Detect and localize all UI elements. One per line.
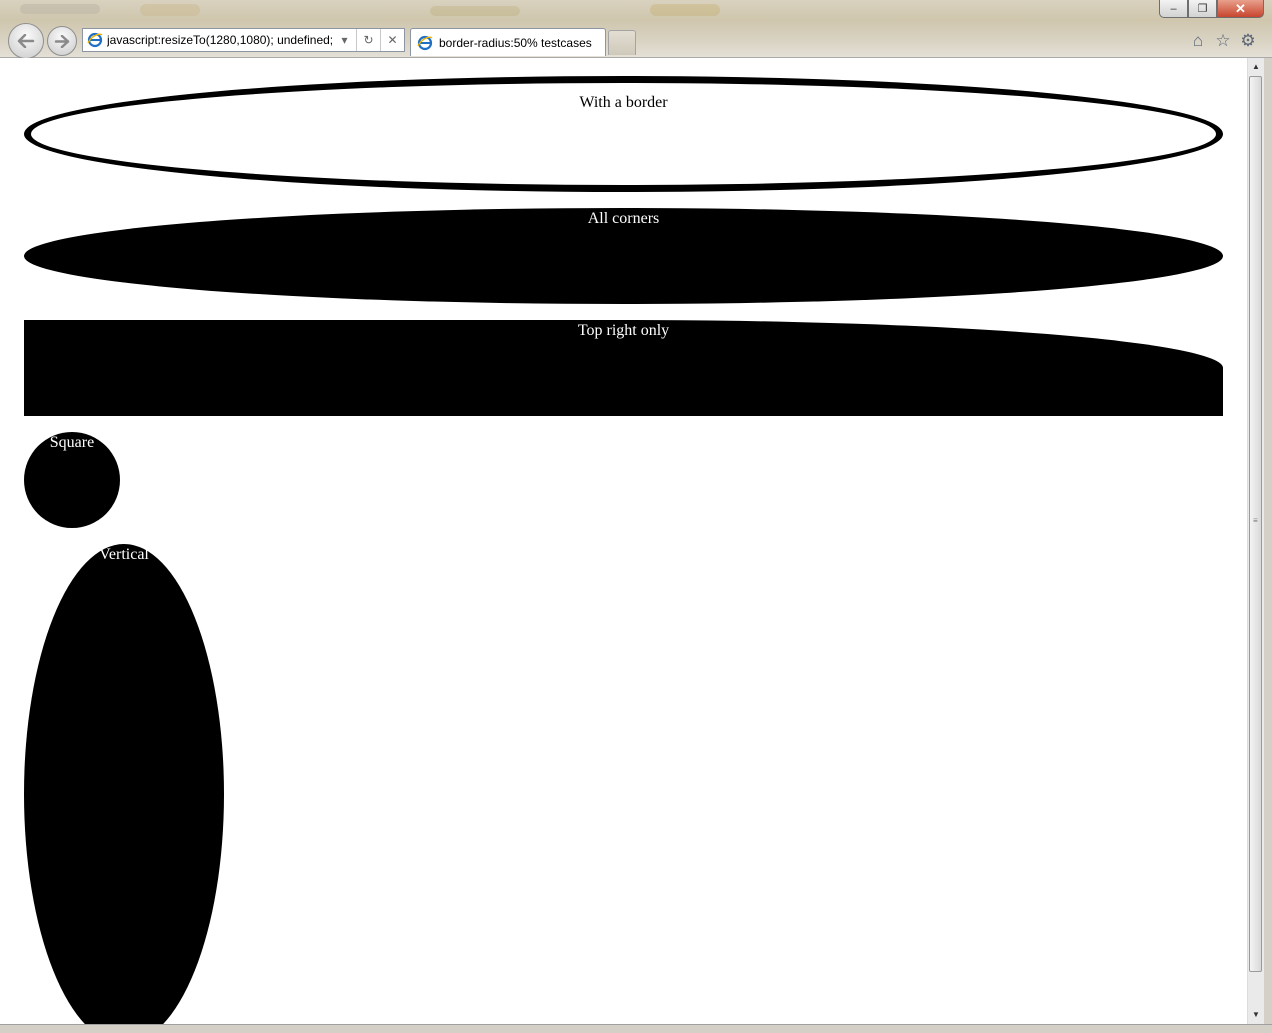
restore-button[interactable]: ❐	[1188, 0, 1217, 18]
page-viewport: With a border All corners Top right only…	[0, 58, 1247, 1024]
address-bar[interactable]: javascript:resizeTo(1280,1080); undefine…	[82, 28, 405, 52]
tools-gear-icon[interactable]: ⚙	[1238, 31, 1258, 51]
back-button[interactable]	[8, 23, 44, 59]
arrow-left-icon	[17, 34, 35, 48]
ie-tab-icon	[417, 35, 433, 50]
shape-label: Vertical	[99, 546, 149, 563]
arrow-right-icon	[54, 34, 70, 48]
circle-square: Square	[24, 432, 120, 528]
browser-titlebar: ‒ ❐ ✕ javascript:resizeTo(1280,1080); un…	[0, 0, 1272, 59]
scroll-down-icon[interactable]: ▼	[1248, 1006, 1264, 1023]
close-button[interactable]: ✕	[1217, 0, 1264, 18]
ellipse-vertical: Vertical	[24, 544, 224, 1024]
new-tab-button[interactable]	[608, 30, 636, 55]
refresh-icon[interactable]: ↻	[357, 29, 380, 51]
scrollbar-grip-icon: ≡	[1253, 516, 1258, 525]
favorites-star-icon[interactable]: ☆	[1213, 31, 1233, 51]
titlebar-background-blur	[650, 4, 720, 16]
window-right-frame	[1264, 58, 1272, 1032]
scroll-up-icon[interactable]: ▲	[1248, 58, 1264, 75]
shape-label: With a border	[579, 94, 668, 111]
ellipse-all-corners: All corners	[24, 208, 1223, 304]
titlebar-background-blur	[20, 4, 100, 14]
address-dropdown-icon[interactable]: ▾	[333, 29, 356, 51]
tab-title: border-radius:50% testcases	[439, 35, 592, 50]
tab-active[interactable]: border-radius:50% testcases	[410, 28, 606, 56]
minimize-button[interactable]: ‒	[1159, 0, 1188, 18]
address-input[interactable]: javascript:resizeTo(1280,1080); undefine…	[107, 33, 333, 47]
box-top-right-rounded: Top right only	[24, 320, 1223, 416]
window-controls: ‒ ❐ ✕	[1159, 0, 1264, 19]
stop-icon[interactable]: ✕	[381, 29, 404, 51]
shape-label: Top right only	[577, 322, 670, 339]
ie-page-icon	[87, 32, 103, 48]
shape-label: Square	[49, 434, 95, 451]
forward-button[interactable]	[47, 26, 77, 56]
titlebar-background-blur	[140, 4, 200, 16]
scrollbar-thumb[interactable]: ≡	[1249, 76, 1262, 972]
titlebar-background-blur	[430, 6, 520, 16]
shape-label: All corners	[587, 210, 660, 227]
home-icon[interactable]: ⌂	[1188, 31, 1208, 51]
vertical-scrollbar[interactable]: ▲ ≡ ▼	[1247, 58, 1264, 1024]
ellipse-with-border: With a border	[24, 76, 1223, 192]
